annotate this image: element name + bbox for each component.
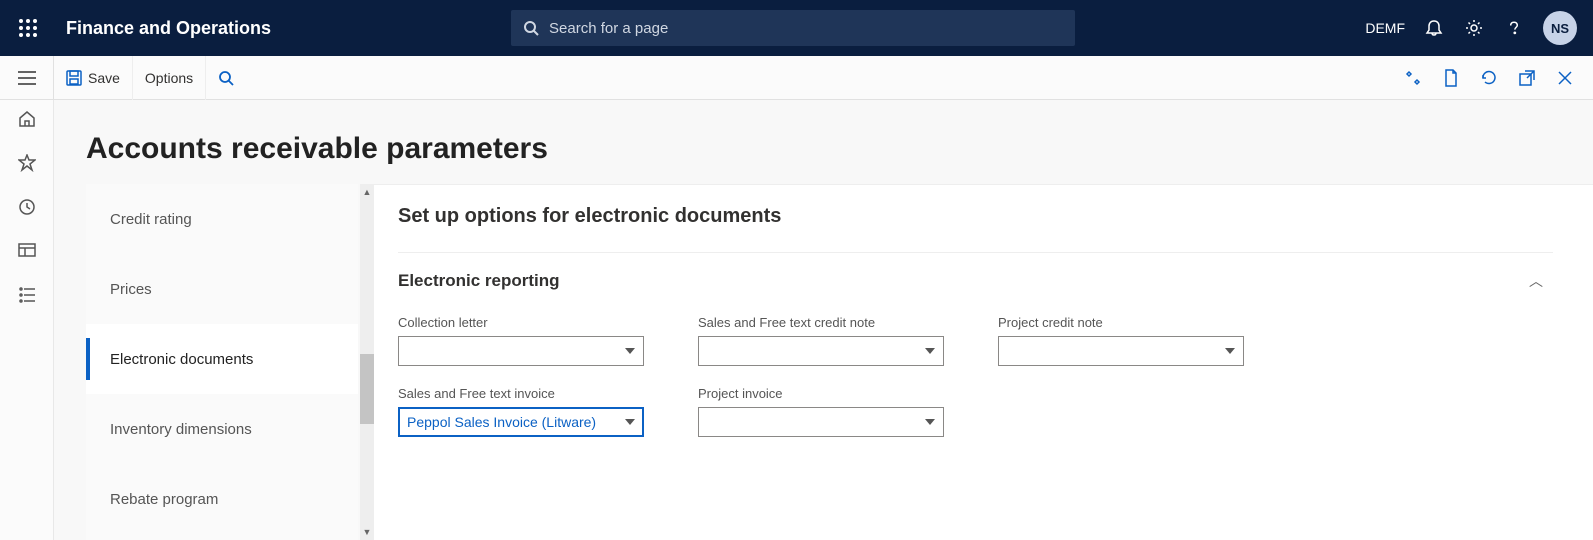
options-button[interactable]: Options — [133, 56, 206, 100]
close-icon[interactable] — [1555, 68, 1575, 88]
search-input[interactable] — [549, 20, 1063, 37]
sales-invoice-dropdown[interactable]: Peppol Sales Invoice (Litware) — [398, 407, 644, 437]
field-label: Sales and Free text invoice — [398, 386, 644, 401]
form-title: Set up options for electronic documents — [398, 205, 1553, 228]
sidebar-scrollbar[interactable]: ▲ ▼ — [360, 184, 374, 540]
global-header: Finance and Operations DEMF NS — [0, 0, 1593, 56]
modules-icon[interactable] — [16, 284, 38, 306]
sidebar-item-label: Credit rating — [110, 211, 192, 228]
sidebar-item-label: Inventory dimensions — [110, 421, 252, 438]
field-label: Sales and Free text credit note — [698, 315, 944, 330]
chevron-up-icon: ︿ — [1529, 271, 1553, 291]
company-label[interactable]: DEMF — [1365, 20, 1405, 36]
search-action-button[interactable] — [206, 56, 246, 100]
star-icon[interactable] — [16, 152, 38, 174]
sidebar-item-credit-rating[interactable]: Credit rating — [86, 184, 358, 254]
diamond-icon[interactable] — [1403, 68, 1423, 88]
collection-letter-dropdown[interactable] — [398, 336, 644, 366]
clock-icon[interactable] — [16, 196, 38, 218]
doc-icon[interactable] — [1441, 68, 1461, 88]
refresh-icon[interactable] — [1479, 68, 1499, 88]
action-bar-right — [1403, 68, 1593, 88]
sidebar-item-inventory-dimensions[interactable]: Inventory dimensions — [86, 394, 358, 464]
form-area: Set up options for electronic documents … — [374, 184, 1593, 540]
action-bar: Save Options — [0, 56, 1593, 100]
avatar[interactable]: NS — [1543, 11, 1577, 45]
options-label: Options — [145, 70, 193, 86]
sidebar-item-label: Electronic documents — [110, 351, 253, 368]
sidebar-item-rebate-program[interactable]: Rebate program — [86, 464, 358, 534]
section-title: Electronic reporting — [398, 271, 560, 291]
field-sales-invoice: Sales and Free text invoice Peppol Sales… — [398, 386, 644, 437]
sidebar-item-prices[interactable]: Prices — [86, 254, 358, 324]
app-title: Finance and Operations — [66, 18, 271, 39]
project-credit-note-dropdown[interactable] — [998, 336, 1244, 366]
sidebar-item-electronic-documents[interactable]: Electronic documents — [86, 324, 358, 394]
header-right: DEMF NS — [1365, 11, 1585, 45]
fields-grid: Collection letter Sales and Free text cr… — [398, 315, 1553, 437]
popout-icon[interactable] — [1517, 68, 1537, 88]
left-rail — [0, 100, 54, 540]
sales-credit-note-dropdown[interactable] — [698, 336, 944, 366]
main-region: Accounts receivable parameters Credit ra… — [54, 100, 1593, 540]
sidebar-item-label: Prices — [110, 281, 152, 298]
global-search[interactable] — [511, 10, 1075, 46]
nav-toggle-icon[interactable] — [0, 56, 54, 100]
help-icon[interactable] — [1503, 17, 1525, 39]
field-project-credit-note: Project credit note — [998, 315, 1244, 366]
gear-icon[interactable] — [1463, 17, 1485, 39]
app-launcher-icon[interactable] — [8, 8, 48, 48]
divider — [398, 252, 1553, 253]
save-label: Save — [88, 70, 120, 86]
field-label: Project credit note — [998, 315, 1244, 330]
content-row: Credit rating Prices Electronic document… — [54, 184, 1593, 540]
bell-icon[interactable] — [1423, 17, 1445, 39]
search-icon — [523, 20, 539, 36]
settings-sidebar: Credit rating Prices Electronic document… — [86, 184, 358, 540]
field-project-invoice: Project invoice — [698, 386, 944, 437]
workspace-icon[interactable] — [16, 240, 38, 262]
dropdown-value: Peppol Sales Invoice (Litware) — [407, 414, 596, 430]
project-invoice-dropdown[interactable] — [698, 407, 944, 437]
field-label: Collection letter — [398, 315, 644, 330]
scroll-up-icon[interactable]: ▲ — [360, 184, 374, 200]
scroll-thumb[interactable] — [360, 354, 374, 424]
field-sales-credit-note: Sales and Free text credit note — [698, 315, 944, 366]
field-collection-letter: Collection letter — [398, 315, 644, 366]
save-button[interactable]: Save — [54, 56, 133, 100]
scroll-down-icon[interactable]: ▼ — [360, 524, 374, 540]
sidebar-item-label: Rebate program — [110, 491, 218, 508]
field-label: Project invoice — [698, 386, 944, 401]
section-electronic-reporting[interactable]: Electronic reporting ︿ — [398, 271, 1553, 291]
home-icon[interactable] — [16, 108, 38, 130]
page-title: Accounts receivable parameters — [54, 100, 1593, 184]
